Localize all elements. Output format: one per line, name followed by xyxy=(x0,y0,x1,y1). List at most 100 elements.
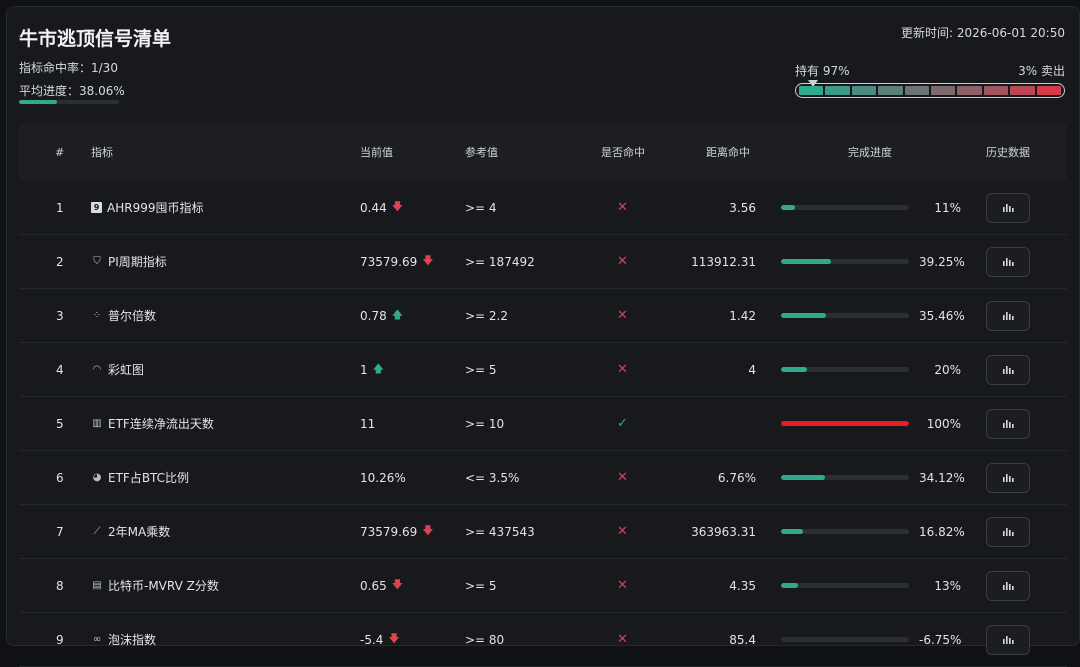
bar-chart-icon xyxy=(1003,258,1014,266)
gauge-segment xyxy=(904,86,930,95)
updated-time: 更新时间: 2026-06-01 20:50 xyxy=(901,26,1065,40)
history-chart-button[interactable] xyxy=(986,192,1030,223)
sell-label: 3% 卖出 xyxy=(1018,64,1065,78)
table-header: # 指标 当前值 参考值 是否命中 距离命中 完成进度 历史数据 xyxy=(19,123,1067,181)
indicator-name-cell[interactable]: ▥ ETF连续净流出天数 xyxy=(91,415,214,432)
history-chart-button[interactable] xyxy=(986,624,1030,655)
progress-bar xyxy=(781,583,909,588)
bubble-icon: ∞ xyxy=(92,634,102,645)
row-index: 3 xyxy=(56,308,64,323)
history-chart-button[interactable] xyxy=(986,408,1030,439)
table-row[interactable]: 5 ▥ ETF连续净流出天数 11 >= 10 ✓ 100% xyxy=(19,397,1067,451)
hit-status: ✕ xyxy=(617,470,628,485)
indicator-name-cell[interactable]: ⛉ PI周期指标 xyxy=(91,253,167,270)
table-row[interactable]: 7 ⟋ 2年MA乘数 73579.69 🡇 >= 437543 ✕ 363963.… xyxy=(19,505,1067,559)
current-value: -5.4 xyxy=(360,632,384,647)
check-icon: ✓ xyxy=(617,416,628,431)
hit-status: ✕ xyxy=(617,362,628,377)
hit-status: ✕ xyxy=(617,632,628,647)
row-index: 7 xyxy=(56,524,64,539)
indicator-name: PI周期指标 xyxy=(108,255,167,269)
bar-chart-icon xyxy=(1003,528,1014,536)
signal-table: # 指标 当前值 参考值 是否命中 距离命中 完成进度 历史数据 1 9 AHR… xyxy=(19,123,1067,667)
current-value-cell: 0.44 🡇 xyxy=(360,198,403,217)
gauge-segment xyxy=(825,86,850,95)
trend-down-icon: 🡇 xyxy=(391,200,404,213)
hit-rate: 指标命中率：1/30 xyxy=(19,61,118,75)
table-row[interactable]: 9 ∞ 泡沫指数 -5.4 🡇 >= 80 ✕ 85.4 -6.75% xyxy=(19,613,1067,667)
bar-chart-icon xyxy=(1003,204,1014,212)
history-chart-button[interactable] xyxy=(986,516,1030,547)
col-reference: 参考值 xyxy=(465,146,498,159)
cross-icon: ✕ xyxy=(617,470,628,485)
clipboard-icon: ▤ xyxy=(92,580,102,591)
reference-value: >= 80 xyxy=(465,632,505,647)
current-value-cell: 73579.69 🡇 xyxy=(360,252,434,271)
cross-icon: ✕ xyxy=(617,362,628,377)
indicator-name-cell[interactable]: ◠ 彩虹图 xyxy=(91,361,144,378)
distance-value: 1.42 xyxy=(729,308,756,323)
reference-value: >= 10 xyxy=(465,416,505,431)
progress-bar xyxy=(781,475,909,480)
indicator-name: 比特币-MVRV Z分数 xyxy=(108,579,219,593)
progress-fill xyxy=(781,583,798,588)
indicator-name-cell[interactable]: ⁘ 普尔倍数 xyxy=(91,307,156,324)
col-history: 历史数据 xyxy=(986,146,1030,159)
indicator-name: 彩虹图 xyxy=(108,363,145,377)
table-row[interactable]: 4 ◠ 彩虹图 1 🡅 >= 5 ✕ 4 20% xyxy=(19,343,1067,397)
indicator-name: 2年MA乘数 xyxy=(108,525,171,539)
history-chart-button[interactable] xyxy=(986,246,1030,277)
indicator-name-cell[interactable]: ◕ ETF占BTC比例 xyxy=(91,469,189,486)
table-row[interactable]: 6 ◕ ETF占BTC比例 10.26% <= 3.5% ✕ 6.76% 34.… xyxy=(19,451,1067,505)
progress-fill xyxy=(781,205,796,210)
history-chart-button[interactable] xyxy=(986,354,1030,385)
col-index: # xyxy=(55,145,65,159)
progress-percent: 100% xyxy=(926,416,961,431)
table-row[interactable]: 3 ⁘ 普尔倍数 0.78 🡅 >= 2.2 ✕ 1.42 35.46% xyxy=(19,289,1067,343)
progress-fill xyxy=(781,421,909,426)
hit-status: ✕ xyxy=(617,578,628,593)
trend-down-icon: 🡇 xyxy=(388,632,400,645)
table-row[interactable]: 8 ▤ 比特币-MVRV Z分数 0.65 🡇 >= 5 ✕ 4.35 13% xyxy=(19,559,1067,613)
progress-bar xyxy=(781,421,909,426)
reference-value: >= 5 xyxy=(465,362,497,377)
hit-status: ✕ xyxy=(617,524,628,539)
avg-progress-fill xyxy=(19,100,58,104)
indicator-name-cell[interactable]: ∞ 泡沫指数 xyxy=(91,631,156,648)
gauge-segment xyxy=(799,86,824,95)
hold-label: 持有 97% xyxy=(795,64,850,78)
current-value: 0.78 xyxy=(360,308,387,323)
indicator-name: ETF连续净流出天数 xyxy=(108,417,214,431)
cross-icon: ✕ xyxy=(617,578,628,593)
progress-percent: 16.82% xyxy=(919,524,965,539)
current-value: 0.44 xyxy=(360,200,387,215)
col-hit: 是否命中 xyxy=(601,146,645,159)
current-value: 0.65 xyxy=(360,578,387,593)
history-chart-button[interactable] xyxy=(986,300,1030,331)
progress-fill xyxy=(781,259,832,264)
indicator-name-cell[interactable]: ⟋ 2年MA乘数 xyxy=(91,523,171,540)
bar-chart-icon xyxy=(1003,636,1014,644)
col-distance: 距离命中 xyxy=(706,146,750,159)
distance-value: 85.4 xyxy=(729,632,756,647)
history-chart-button[interactable] xyxy=(986,570,1030,601)
indicator-name: ETF占BTC比例 xyxy=(108,471,190,485)
hit-status: ✕ xyxy=(617,200,628,215)
col-progress: 完成进度 xyxy=(848,146,892,159)
progress-percent: -6.75% xyxy=(919,632,962,647)
distance-value: 6.76% xyxy=(717,470,756,485)
hit-status: ✕ xyxy=(617,308,628,323)
current-value-cell: -5.4 🡇 xyxy=(360,630,400,649)
indicator-name-cell[interactable]: ▤ 比特币-MVRV Z分数 xyxy=(91,577,219,594)
reference-value: <= 3.5% xyxy=(465,470,520,485)
indicator-name-cell[interactable]: 9 AHR999囤币指标 xyxy=(91,199,203,216)
bar-chart-icon xyxy=(1003,582,1014,590)
table-row[interactable]: 1 9 AHR999囤币指标 0.44 🡇 >= 4 ✕ 3.56 11% xyxy=(19,181,1067,235)
current-value: 10.26% xyxy=(360,470,406,485)
table-row[interactable]: 2 ⛉ PI周期指标 73579.69 🡇 >= 187492 ✕ 113912.… xyxy=(19,235,1067,289)
col-indicator: 指标 xyxy=(91,146,113,159)
history-chart-button[interactable] xyxy=(986,462,1030,493)
page-title: 牛市逃顶信号清单 xyxy=(19,28,172,50)
reference-value: >= 437543 xyxy=(465,524,535,539)
progress-fill xyxy=(781,367,807,372)
